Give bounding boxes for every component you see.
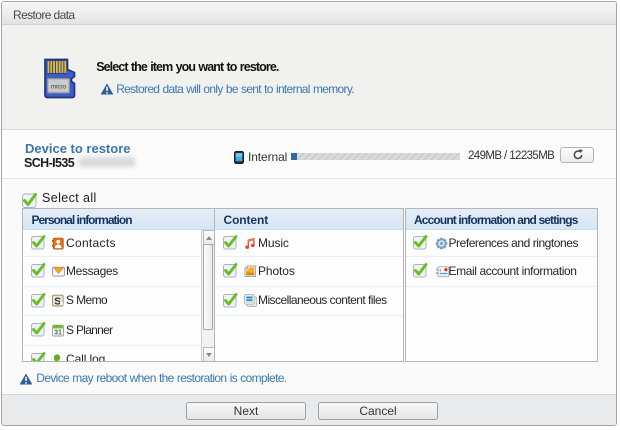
svg-text:S: S: [54, 297, 61, 308]
svg-text:31: 31: [54, 329, 62, 336]
svg-text:micro: micro: [51, 84, 67, 91]
